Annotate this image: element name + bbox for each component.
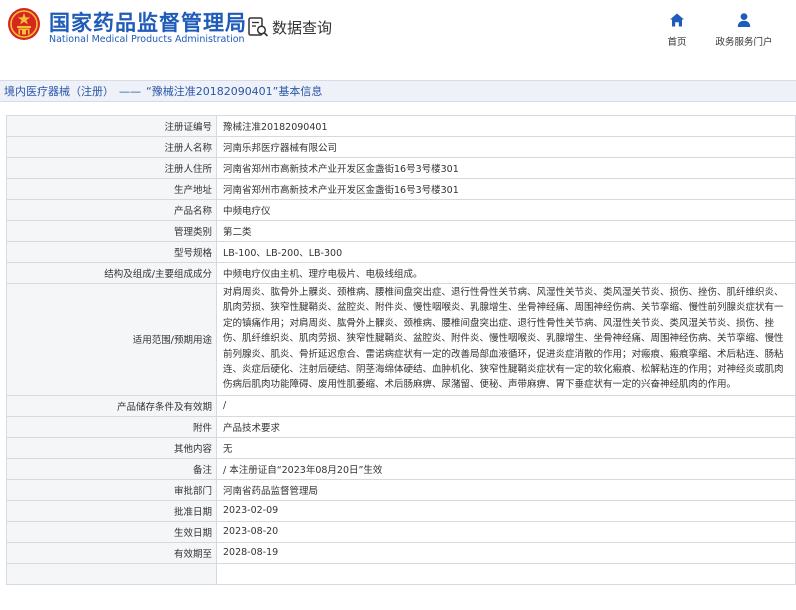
detail-value: LB-100、LB-200、LB-300: [216, 241, 796, 263]
detail-value: 河南省郑州市高新技术产业开发区金盏街16号3号楼301: [216, 178, 796, 200]
detail-label: 注册证编号: [6, 115, 217, 137]
detail-row: 有效期至 2028-08-19: [6, 541, 796, 564]
detail-label: 审批部门: [6, 478, 217, 501]
breadcrumb-title: “豫械注准20182090401”基本信息: [146, 85, 323, 98]
detail-row: 备注 / 本注册证自“2023年08月20日”生效: [6, 457, 796, 480]
detail-value: 2028-08-19: [216, 541, 796, 564]
detail-row: 产品名称 中频电疗仪: [6, 199, 796, 221]
detail-value: 无: [216, 436, 796, 459]
detail-label: 备注: [6, 457, 217, 480]
data-query-label: 数据查询: [272, 18, 333, 37]
detail-label: 适用范围/预期用途: [6, 283, 217, 396]
detail-row: [6, 562, 796, 585]
detail-row: 结构及组成/主要组成成分 中频电疗仪由主机、理疗电极片、电极线组成。: [6, 262, 796, 284]
detail-label: 附件: [6, 415, 217, 438]
detail-label: [6, 562, 217, 585]
detail-value: 中频电疗仪: [216, 199, 796, 221]
detail-label: 生效日期: [6, 520, 217, 543]
detail-row: 管理类别 第二类: [6, 220, 796, 242]
detail-row: 附件 产品技术要求: [6, 415, 796, 438]
detail-label: 其他内容: [6, 436, 217, 459]
breadcrumb-separator: ——: [119, 85, 141, 98]
detail-value: 河南省药品监督管理局: [216, 478, 796, 501]
detail-label: 结构及组成/主要组成成分: [6, 262, 217, 284]
detail-row: 生效日期 2023-08-20: [6, 520, 796, 543]
detail-value: 2023-08-20: [216, 520, 796, 543]
detail-row: 审批部门 河南省药品监督管理局: [6, 478, 796, 501]
detail-value: / 本注册证自“2023年08月20日”生效: [216, 457, 796, 480]
data-query-link[interactable]: 数据查询: [247, 14, 332, 40]
site-header: 国家药品监督管理局 National Medical Products Admi…: [0, 0, 796, 62]
search-doc-icon: [248, 17, 268, 37]
detail-value: 河南省郑州市高新技术产业开发区金盏街16号3号楼301: [216, 157, 796, 179]
detail-row: 适用范围/预期用途 对肩周炎、肱骨外上髁炎、颈椎病、腰椎间盘突出症、退行性骨性关节…: [6, 283, 796, 396]
detail-row: 批准日期 2023-02-09: [6, 499, 796, 522]
detail-value: 河南乐邦医疗器械有限公司: [216, 136, 796, 158]
detail-label: 型号规格: [6, 241, 217, 263]
breadcrumb-category[interactable]: 境内医疗器械（注册）: [4, 85, 114, 98]
detail-value: [216, 562, 796, 585]
detail-value: 中频电疗仪由主机、理疗电极片、电极线组成。: [216, 262, 796, 284]
detail-label: 有效期至: [6, 541, 217, 564]
detail-label: 生产地址: [6, 178, 217, 200]
detail-label: 产品名称: [6, 199, 217, 221]
nav-home[interactable]: 首页: [664, 12, 690, 48]
site-subtitle: National Medical Products Administration: [49, 34, 245, 45]
detail-row: 注册人名称 河南乐邦医疗器械有限公司: [6, 136, 796, 158]
national-emblem-icon[interactable]: [7, 7, 41, 41]
nav-home-label: 首页: [667, 37, 687, 48]
home-icon: [670, 13, 684, 27]
detail-row: 注册人住所 河南省郑州市高新技术产业开发区金盏街16号3号楼301: [6, 157, 796, 179]
breadcrumb: 境内医疗器械（注册） —— “豫械注准20182090401”基本信息: [0, 80, 796, 102]
detail-label: 产品储存条件及有效期: [6, 394, 217, 417]
nav-gov-portal[interactable]: 政务服务门户: [712, 12, 776, 48]
user-icon: [737, 13, 751, 27]
detail-label: 管理类别: [6, 220, 217, 242]
detail-value: 对肩周炎、肱骨外上髁炎、颈椎病、腰椎间盘突出症、退行性骨性关节病、风湿性关节炎、…: [216, 283, 796, 396]
detail-label: 注册人名称: [6, 136, 217, 158]
site-title[interactable]: 国家药品监督管理局: [49, 7, 247, 37]
detail-value: 产品技术要求: [216, 415, 796, 438]
detail-value: 豫械注准20182090401: [216, 115, 796, 137]
detail-label: 批准日期: [6, 499, 217, 522]
detail-row: 生产地址 河南省郑州市高新技术产业开发区金盏街16号3号楼301: [6, 178, 796, 200]
registration-detail-table: 注册证编号 豫械注准20182090401 注册人名称 河南乐邦医疗器械有限公司 注册人…: [6, 115, 796, 585]
detail-row: 产品储存条件及有效期 /: [6, 394, 796, 417]
detail-row: 型号规格 LB-100、LB-200、LB-300: [6, 241, 796, 263]
detail-value: 第二类: [216, 220, 796, 242]
nav-gov-portal-label: 政务服务门户: [715, 37, 773, 48]
detail-row: 其他内容无: [6, 436, 796, 459]
detail-value: /: [216, 394, 796, 417]
detail-value: 2023-02-09: [216, 499, 796, 522]
detail-label: 注册人住所: [6, 157, 217, 179]
detail-row: 注册证编号 豫械注准20182090401: [6, 115, 796, 137]
